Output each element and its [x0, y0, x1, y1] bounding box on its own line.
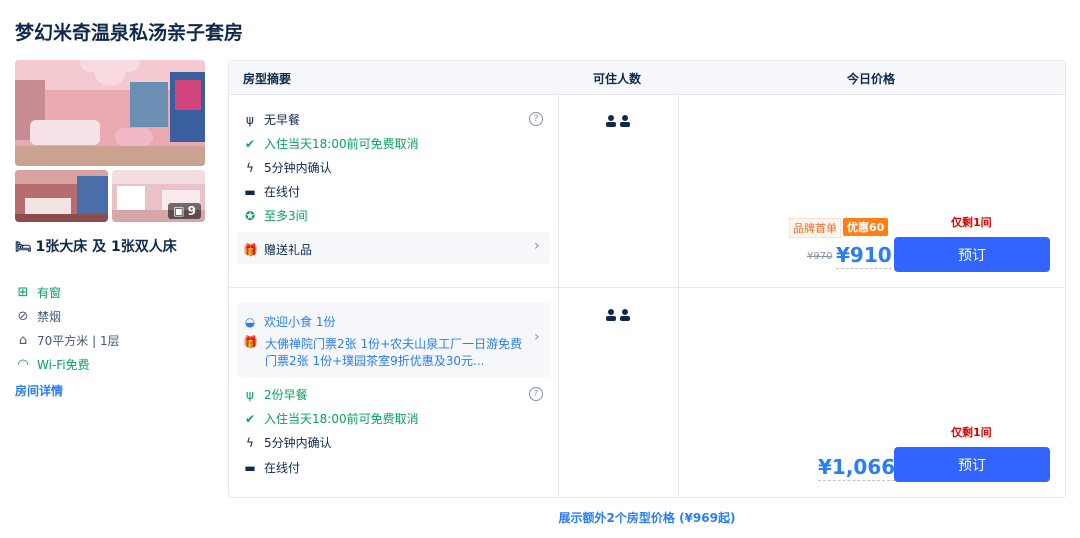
room-photo-image	[15, 60, 205, 166]
offer-2-guests	[605, 307, 633, 322]
snack-label: 欢迎小食 1份	[264, 315, 336, 329]
offer-1-payment: ▬ 在线付	[243, 183, 300, 200]
bolt-icon: ϟ	[246, 160, 254, 175]
show-more-rates-link[interactable]: 展示额外2个房型价格 (¥969起)	[0, 509, 1080, 526]
feature-label: 在线付	[264, 461, 301, 475]
utensils-icon: ψ	[246, 387, 254, 402]
check-circle-icon: ✔	[244, 136, 256, 151]
attr-window: ⊞ 有窗	[15, 284, 61, 301]
table-header: 房型摘要 可住人数 今日价格	[229, 61, 1065, 95]
room-photo-thumb[interactable]: ▣ 9	[112, 170, 205, 222]
room-photo-image	[15, 170, 108, 222]
check-circle-icon: ✔	[244, 411, 256, 426]
offer-1-confirm: ϟ 5分钟内确认	[243, 159, 332, 176]
bed-label: 1张大床 及 1张双人床	[35, 239, 177, 255]
card-icon: ▬	[244, 184, 256, 199]
attr-label: 有窗	[37, 286, 62, 300]
snack-feature: ◒ 欢迎小食 1份	[243, 313, 336, 330]
package-text: 大佛禅院门票2张 1份+农夫山泉工厂一日游免费门票2张 1份+璞园茶室9折优惠及…	[265, 337, 523, 368]
feature-label: 2份早餐	[264, 388, 308, 402]
header-price: 今日价格	[847, 72, 896, 86]
rooms-left: 仅剩1间	[951, 216, 992, 229]
attr-smoking: ⊘ 禁烟	[15, 308, 61, 325]
no-smoking-icon: ⊘	[17, 309, 29, 324]
offer-1-price: ¥910	[836, 243, 892, 269]
offer-1-limit: ✪ 至多3间	[243, 207, 308, 224]
offer-2-bundle[interactable]: ◒ 欢迎小食 1份 🎁 大佛禅院门票2张 1份+农夫山泉工厂一日游免费门票2张 …	[237, 303, 550, 377]
room-details-link[interactable]: 房间详情	[15, 382, 63, 399]
original-price: ¥970	[807, 251, 833, 262]
offer-2-cancel: ✔ 入住当天18:00前可免费取消	[243, 410, 419, 427]
row-divider	[229, 287, 1065, 288]
brand-first-order-tag: 品牌首单	[789, 218, 841, 238]
attr-label: Wi-Fi免费	[37, 358, 90, 372]
star-circle-icon: ✪	[244, 208, 256, 223]
gift-icon: 🎁	[243, 242, 258, 257]
column-divider	[678, 95, 679, 497]
room-photo-main[interactable]	[15, 60, 205, 166]
dish-icon: ◒	[244, 314, 256, 329]
discount-tag: 优惠60	[843, 218, 889, 236]
offer-2-book-button[interactable]: 预订	[894, 447, 1050, 482]
offer-1-gift[interactable]: 🎁 赠送礼品 ›	[237, 232, 550, 264]
bed-info: 🛏 1张大床 及 1张双人床	[15, 236, 195, 259]
room-photo-thumb[interactable]	[15, 170, 108, 222]
room-title: 梦幻米奇温泉私汤亲子套房	[15, 22, 244, 44]
rate-table: 房型摘要 可住人数 今日价格 ψ 无早餐 ? ✔ 入住当天18:00前可免费取消…	[228, 60, 1066, 498]
help-icon[interactable]: ?	[529, 387, 543, 401]
card-icon: ▬	[244, 460, 256, 475]
attr-label: 70平方米 | 1层	[37, 334, 120, 348]
column-divider	[558, 95, 559, 497]
header-guests: 可住人数	[593, 72, 642, 86]
offer-2-price: ¥1,066	[818, 455, 896, 481]
attr-area: ⌂ 70平方米 | 1层	[15, 332, 120, 349]
gift-label: 赠送礼品	[264, 243, 313, 257]
offer-1-meal: ψ 无早餐	[243, 111, 300, 128]
feature-label: 至多3间	[264, 209, 308, 223]
offer-2-confirm: ϟ 5分钟内确认	[243, 434, 332, 451]
feature-label: 入住当天18:00前可免费取消	[264, 412, 419, 426]
gift-feature: 🎁 赠送礼品	[243, 241, 312, 258]
offer-1-guests	[605, 113, 633, 128]
chevron-right-icon: ›	[534, 329, 540, 345]
attr-wifi: ◠ Wi-Fi免费	[15, 356, 90, 373]
feature-label: 无早餐	[264, 113, 301, 127]
photo-count: 9	[187, 204, 196, 218]
feature-label: 入住当天18:00前可免费取消	[264, 137, 419, 151]
person-icon	[606, 114, 630, 127]
feature-label: 在线付	[264, 185, 301, 199]
attr-label: 禁烟	[37, 310, 62, 324]
offer-2-meal: ψ 2份早餐	[243, 386, 308, 403]
photo-count-badge[interactable]: ▣ 9	[168, 203, 201, 219]
person-icon	[606, 308, 630, 321]
bed-icon: 🛏	[15, 240, 32, 255]
chevron-right-icon: ›	[534, 238, 540, 254]
offer-1-book-button[interactable]: 预订	[894, 237, 1050, 272]
gift-icon: 🎁	[243, 335, 258, 349]
header-summary: 房型摘要	[243, 72, 292, 86]
offer-2-payment: ▬ 在线付	[243, 459, 300, 476]
area-icon: ⌂	[18, 333, 28, 348]
offer-1-cancel: ✔ 入住当天18:00前可免费取消	[243, 135, 419, 152]
window-icon: ⊞	[17, 285, 29, 300]
help-icon[interactable]: ?	[529, 112, 543, 126]
feature-label: 5分钟内确认	[264, 161, 332, 175]
bolt-icon: ϟ	[246, 435, 254, 450]
room-card: 梦幻米奇温泉私汤亲子套房 ▣ 9 🛏 1张大床 及 1张双人床 ⊞ 有窗 ⊘ 禁…	[0, 0, 1080, 538]
rooms-left: 仅剩1间	[951, 426, 992, 439]
wifi-icon: ◠	[17, 357, 29, 372]
utensils-icon: ψ	[246, 112, 254, 127]
feature-label: 5分钟内确认	[264, 436, 332, 450]
image-icon: ▣	[173, 204, 185, 218]
